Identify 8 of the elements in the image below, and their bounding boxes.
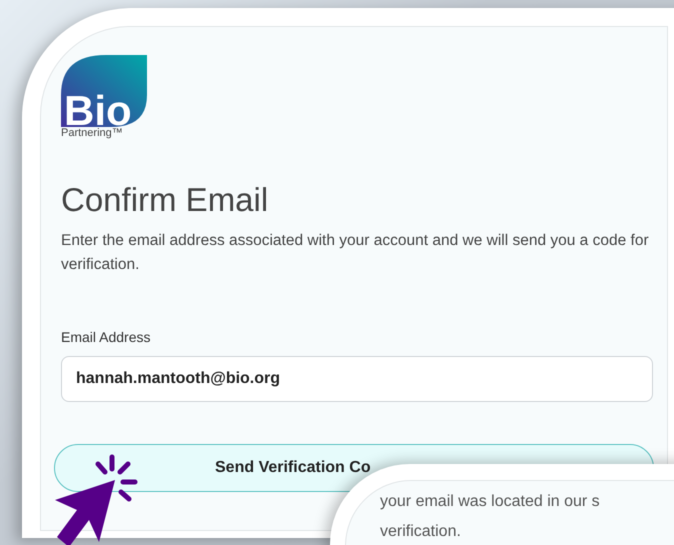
message-text: verification. bbox=[380, 522, 462, 542]
field-label: Email Address bbox=[61, 328, 152, 348]
email-input-field[interactable]: hannah.mantooth@bio.org bbox=[61, 356, 653, 402]
logo-tagline: Partnering™ bbox=[61, 126, 124, 141]
message-text: your email was located in our s bbox=[380, 492, 601, 512]
logo: Bio bbox=[61, 55, 147, 127]
page-title: Confirm Email bbox=[61, 180, 270, 220]
instruction-text: Enter the email address associated with your account and we will send you a code for verification. bbox=[61, 231, 650, 276]
